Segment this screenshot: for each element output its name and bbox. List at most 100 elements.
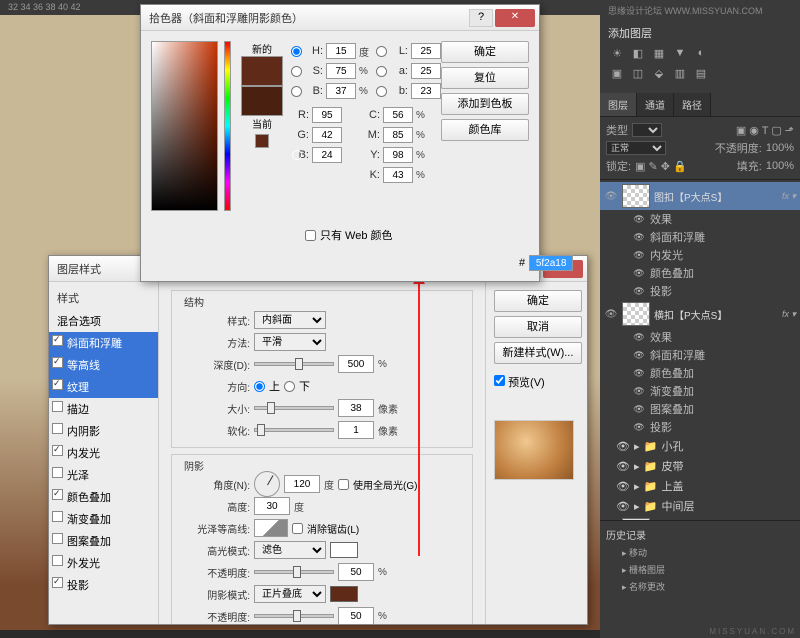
a-radio[interactable] [376,66,387,77]
a-input[interactable] [411,63,441,79]
style-item-1[interactable]: 等高线 [49,354,158,376]
history-item[interactable]: ▸ 名称更改 [606,578,794,595]
layer-effect[interactable]: 👁图案叠加 [600,400,800,418]
style-list: 样式 混合选项 斜面和浮雕等高线纹理描边内阴影内发光光泽颜色叠加渐变叠加图案叠加… [49,282,159,624]
tab-layers[interactable]: 图层 [600,93,637,116]
global-light-checkbox[interactable] [338,479,349,490]
style-item-3[interactable]: 描边 [49,398,158,420]
b2-radio[interactable] [376,86,387,97]
style-item-6[interactable]: 光泽 [49,464,158,486]
history-item[interactable]: ▸ 栅格图层 [606,561,794,578]
current-color-swatch[interactable] [241,86,283,116]
l-radio[interactable] [376,46,387,57]
hl-op-input[interactable] [338,563,374,581]
style-item-11[interactable]: 投影 [49,574,158,596]
layer-folder[interactable]: 👁▸📁上盖 [600,476,800,496]
style-item-8[interactable]: 渐变叠加 [49,508,158,530]
y-input[interactable] [383,147,413,163]
hl-op-slider[interactable] [254,570,334,574]
c-input[interactable] [383,107,413,123]
sh-mode-select[interactable]: 正片叠底 [254,585,326,603]
layer-row[interactable]: 👁横扣【P大点S】fx ▾ [600,300,800,328]
preview-checkbox[interactable] [494,375,505,386]
tab-paths[interactable]: 路径 [674,93,711,116]
web-only-checkbox[interactable] [305,230,316,241]
bc-input[interactable] [312,147,342,163]
style-item-10[interactable]: 外发光 [49,552,158,574]
add-swatch-button[interactable]: 添加到色板 [441,93,529,115]
h-input[interactable] [326,43,356,59]
style-item-9[interactable]: 图案叠加 [49,530,158,552]
contour-picker[interactable] [254,519,288,537]
b2-input[interactable] [411,83,441,99]
hl-mode-select[interactable]: 滤色 [254,541,326,559]
k-input[interactable] [383,167,413,183]
sh-color[interactable] [330,586,358,602]
layer-folder[interactable]: 👁▸📁中间层 [600,496,800,516]
soft-input[interactable] [338,421,374,439]
dir-up[interactable] [254,381,265,392]
style-item-0[interactable]: 斜面和浮雕 [49,332,158,354]
b-radio[interactable] [291,86,302,97]
alt-input[interactable] [254,497,290,515]
layer-effect[interactable]: 👁内发光 [600,246,800,264]
new-style-button[interactable]: 新建样式(W)... [494,342,582,364]
depth-slider[interactable] [254,362,334,366]
m-input[interactable] [383,127,413,143]
angle-dial[interactable] [254,471,280,497]
color-gradient[interactable] [151,41,218,211]
l-input[interactable] [411,43,441,59]
layer-effect[interactable]: 👁效果 [600,328,800,346]
layer-effect[interactable]: 👁渐变叠加 [600,382,800,400]
size-input[interactable] [338,399,374,417]
cancel-button[interactable]: 复位 [441,67,529,89]
soft-slider[interactable] [254,428,334,432]
cancel-button[interactable]: 取消 [494,316,582,338]
h-radio[interactable] [291,46,302,57]
hue-slider[interactable] [224,41,231,211]
layer-effect[interactable]: 👁斜面和浮雕 [600,346,800,364]
style-item-7[interactable]: 颜色叠加 [49,486,158,508]
blend-options[interactable]: 混合选项 [49,310,158,332]
layer-folder[interactable]: 👁▸📁皮带 [600,456,800,476]
method-select[interactable]: 平滑 [254,333,326,351]
sh-op-input[interactable] [338,607,374,624]
blend-mode[interactable]: 正常 [606,141,666,155]
sh-op-slider[interactable] [254,614,334,618]
hl-color[interactable] [330,542,358,558]
adjustment-icons[interactable]: ☀◧▦▼◐ [600,45,800,65]
ok-button[interactable]: 确定 [494,290,582,312]
color-lib-button[interactable]: 颜色库 [441,119,529,141]
hex-input[interactable] [529,255,573,271]
r-input[interactable] [312,107,342,123]
new-label: 新的 [241,41,283,56]
layer-row[interactable]: 👁图扣【P大点S】fx ▾ [600,182,800,210]
close-button[interactable]: ✕ [495,9,535,27]
s-radio[interactable] [291,66,302,77]
style-item-5[interactable]: 内发光 [49,442,158,464]
antialias-checkbox[interactable] [292,523,303,534]
dir-down[interactable] [284,381,295,392]
g-input[interactable] [312,127,342,143]
layer-effect[interactable]: 👁颜色叠加 [600,264,800,282]
layer-effect[interactable]: 👁斜面和浮雕 [600,228,800,246]
style-select[interactable]: 内斜面 [254,311,326,329]
layer-effect[interactable]: 👁颜色叠加 [600,364,800,382]
warning-swatch[interactable] [255,134,269,148]
layer-effect[interactable]: 👁投影 [600,282,800,300]
ok-button[interactable]: 确定 [441,41,529,63]
angle-input[interactable] [284,475,320,493]
history-item[interactable]: ▸ 移动 [606,544,794,561]
style-item-2[interactable]: 纹理 [49,376,158,398]
annotation-arrow [418,276,420,556]
tab-channels[interactable]: 通道 [637,93,674,116]
layer-effect[interactable]: 👁效果 [600,210,800,228]
layer-folder[interactable]: 👁▸📁小孔 [600,436,800,456]
s-input[interactable] [326,63,356,79]
style-item-4[interactable]: 内阴影 [49,420,158,442]
help-button[interactable]: ? [469,9,493,27]
bv-input[interactable] [326,83,356,99]
size-slider[interactable] [254,406,334,410]
layer-effect[interactable]: 👁投影 [600,418,800,436]
depth-input[interactable] [338,355,374,373]
